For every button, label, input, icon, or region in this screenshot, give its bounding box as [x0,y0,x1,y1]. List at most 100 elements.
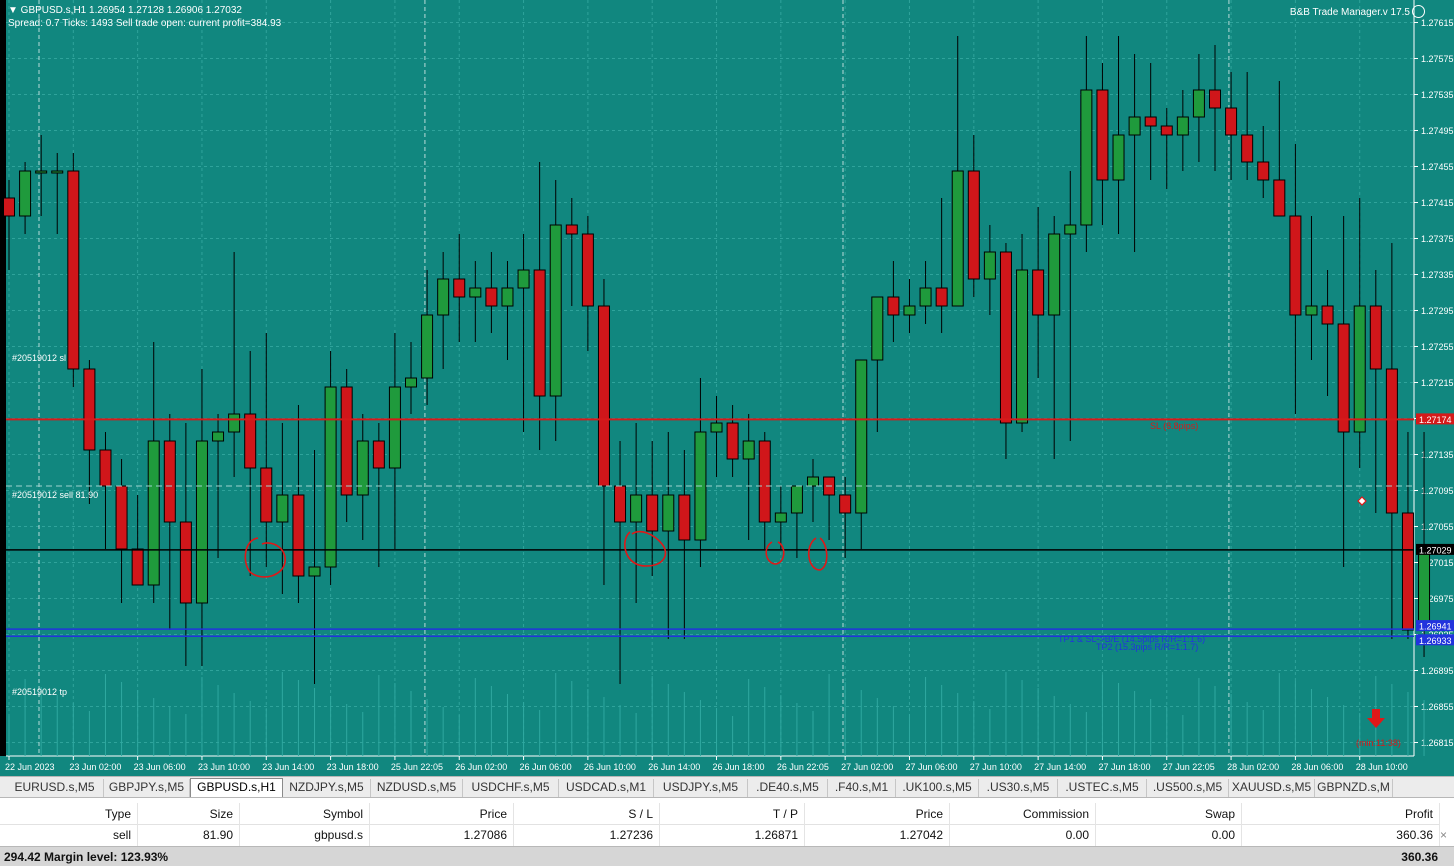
volume-bar [973,701,975,756]
volume-bar [137,690,139,756]
volume-bar [1246,702,1248,756]
volume-bar [844,682,846,756]
candlestick-chart[interactable]: 1.27615 1.27575 1.27535 1.27495 1.27455 1.274… [0,0,1454,776]
volume-bar [394,683,396,756]
tab-xauusd-s-m5[interactable]: XAUUSD.s,M5 [1229,779,1315,797]
volume-bar [201,677,203,756]
volume-bar [8,716,10,756]
smiley-face-icon[interactable] [1412,5,1425,18]
column-header-5[interactable]: T / P [660,803,805,825]
candle-body-bull [356,440,369,496]
candle-body-bull [147,440,160,586]
trade-cell-4: 1.27236 [514,824,660,846]
volume-bar [1182,715,1184,756]
column-header-8[interactable]: Swap [1096,803,1242,825]
tab-usdcad-s-m1[interactable]: USDCAD.s,M1 [559,779,654,797]
column-header-2[interactable]: Symbol [240,803,370,825]
volume-bar [1118,683,1120,756]
time-axis-label: 22 Jun 2023 [5,762,55,772]
candle-body-bull [983,251,996,280]
candle-body-bull [903,305,916,316]
tab-uk100-s-m5[interactable]: .UK100.s,M5 [896,779,979,797]
candle-body-bear [758,440,771,523]
tab-nzdjpy-s-m5[interactable]: NZDJPY.s,M5 [283,779,371,797]
price-axis-label: 1.27055 [1421,522,1454,532]
price-axis-label: 1.27135 [1421,450,1454,460]
volume-bar [314,688,316,756]
volume-bar [1327,697,1329,756]
volume-bar [281,672,283,756]
column-header-1[interactable]: Size [138,803,240,825]
tp1-price-tag: 1.26941 [1419,622,1452,632]
volume-bar [217,685,219,756]
time-axis-label: 28 Jun 06:00 [1291,762,1343,772]
tab-eurusd-s-m5[interactable]: EURUSD.s,M5 [6,779,104,797]
tab-gbpjpy-s-m5[interactable]: GBPJPY.s,M5 [104,779,190,797]
candle-body-bull [951,170,964,307]
tab-us500-s-m5[interactable]: .US500.s,M5 [1147,779,1229,797]
order-tp-label: #20519012 tp [12,687,68,697]
column-header-6[interactable]: Price [805,803,950,825]
price-axis-label: 1.27535 [1421,90,1454,100]
tab-ustec-s-m5[interactable]: .USTEC.s,M5 [1058,779,1147,797]
volume-bar [56,695,58,756]
column-header-0[interactable]: Type [0,803,138,825]
candle-body-bull [549,224,562,397]
column-header-3[interactable]: Price [370,803,514,825]
trade-table-row[interactable]: sell 81.90 gbpusd.s 1.27086 1.27236 1.26871 1.… [0,824,1454,846]
price-axis-label: 1.26815 [1421,738,1454,748]
column-header-4[interactable]: S / L [514,803,660,825]
account-summary-bar: 294.42 Margin level: 123.93% 360.36 [0,846,1454,866]
price-axis-label: 1.27615 [1421,18,1454,28]
expert-advisor-label: B&B Trade Manager.v 17.5 [1289,7,1410,18]
volume-bar [233,693,235,756]
column-header-7[interactable]: Commission [950,803,1096,825]
time-axis-label: 26 Jun 22:05 [777,762,829,772]
candle-body-bear [999,251,1012,424]
tab-usdjpy-s-m5[interactable]: USDJPY.s,M5 [654,779,748,797]
volume-bar [603,697,605,756]
price-axis-background [1414,0,1454,776]
volume-bar [1198,678,1200,756]
tab-de40-s-m5[interactable]: .DE40.s,M5 [748,779,828,797]
candle-body-bull [1418,548,1431,631]
close-trade-icon[interactable]: × [1440,824,1447,846]
volume-bar [490,686,492,756]
volume-bar [362,712,364,756]
volume-bar [908,714,910,756]
candle-body-bull [437,278,450,316]
volume-bar [474,678,476,756]
candle-body-bear [1321,305,1334,325]
time-axis-label: 27 Jun 14:00 [1034,762,1086,772]
candle-body-bear [99,449,112,487]
chart-area[interactable]: 1.27615 1.27575 1.27535 1.27495 1.27455 1.274… [0,0,1454,776]
candle-body-bull [1048,233,1061,316]
candle-body-bull [35,170,48,174]
tab-gbpusd-s-h1[interactable]: GBPUSD.s,H1 [190,778,283,797]
tab-us30-s-m5[interactable]: .US30.s,M5 [979,779,1058,797]
candle-body-bear [1144,116,1157,127]
chart-left-edge [0,0,6,756]
tab-gbpnzd-s-m[interactable]: GBPNZD.s,M [1315,779,1393,797]
price-axis-label: 1.27375 [1421,234,1454,244]
column-header-9[interactable]: Profit [1242,803,1440,825]
candle-body-bull [871,296,884,361]
candle-body-bull [710,422,723,433]
candle-body-bull [324,386,337,568]
candle-body-bear [244,413,257,469]
volume-bar [410,691,412,756]
candle-body-bear [115,485,128,550]
candle-body-bear [1273,179,1286,217]
candle-body-bear [1209,89,1221,109]
tab-nzdusd-s-m5[interactable]: NZDUSD.s,M5 [371,779,463,797]
time-axis-label: 23 Jun 10:00 [198,762,250,772]
candle-body-bear [1096,89,1109,181]
candle-body-bull [919,287,932,307]
tab-f40-s-m1[interactable]: .F40.s,M1 [828,779,896,797]
trade-cell-2: gbpusd.s [240,824,370,846]
candle-body-bull [1016,269,1029,424]
candle-body-bull [405,377,417,388]
tab-usdchf-s-m5[interactable]: USDCHF.s,M5 [463,779,559,797]
candle-body-bear [646,494,659,532]
price-axis-label: 1.26895 [1421,666,1454,676]
